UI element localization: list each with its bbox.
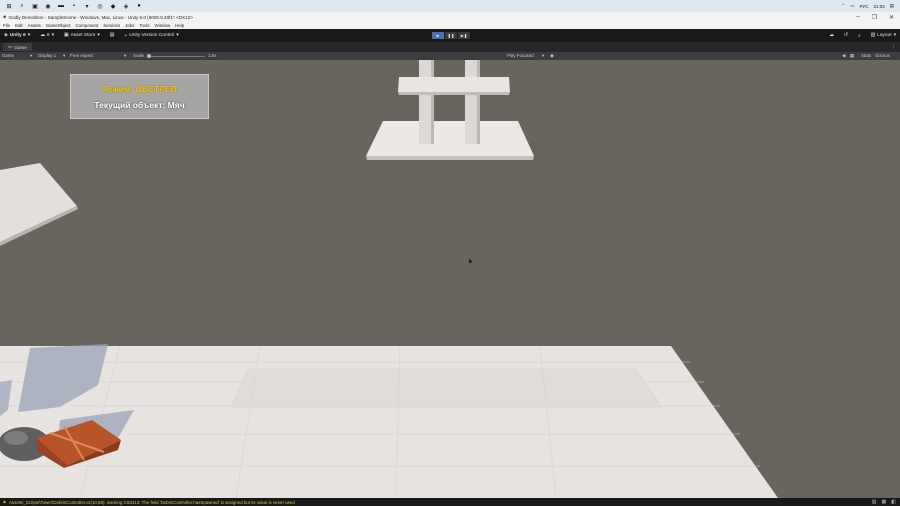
gizmos-button[interactable]: Gizmos: [875, 53, 890, 58]
windows-icon[interactable]: ⊞: [5, 2, 13, 10]
window-titlebar: ◈ Godly Demolition - SampleScene - Windo…: [0, 12, 900, 22]
menu-edit[interactable]: Edit: [15, 23, 23, 28]
game-view-toolbar: Game ▾ Display 1 ▾ Free Aspect ▾ Scale 1…: [0, 52, 900, 60]
scale-slider-track[interactable]: [150, 55, 205, 57]
explorer-icon[interactable]: ▬: [57, 2, 65, 10]
hud-panel: Режим: ОБСТРЕЛ Текущий объект: Мяч: [70, 74, 209, 119]
play-controls: ▶ ❚❚ ▶❚: [432, 32, 470, 39]
pause-button[interactable]: ❚❚: [445, 32, 457, 39]
search-icon[interactable]: ⌕: [18, 2, 26, 10]
more-icon[interactable]: ⋮: [891, 44, 896, 50]
app-icon[interactable]: ▪: [70, 2, 78, 10]
maximize-icon[interactable]: ❐: [872, 14, 877, 21]
branch-icon: ⑂: [124, 33, 128, 39]
app-icon[interactable]: ●: [135, 2, 143, 10]
menu-assets[interactable]: Assets: [28, 23, 41, 28]
tab-game[interactable]: ▭ Game: [3, 43, 32, 51]
tray-chevron-icon[interactable]: ⌃: [841, 3, 845, 9]
console-message[interactable]: Assets\_Scripts\Tower\DebrisController.c…: [9, 500, 295, 505]
play-mode-dropdown[interactable]: Play Focused: [507, 53, 534, 58]
asset-store-button[interactable]: ▣ Asset Store ▾: [64, 33, 100, 38]
app-icon[interactable]: ▾: [83, 2, 91, 10]
menu-bar: File Edit Assets GameObject Component Se…: [0, 22, 900, 29]
console-status-bar[interactable]: ▲ Assets\_Scripts\Tower\DebrisController…: [0, 498, 900, 506]
cloud-services-icon[interactable]: ☁: [829, 33, 834, 38]
account-button[interactable]: ◈ Unity 6 ▾: [4, 33, 30, 38]
menu-tools[interactable]: Tools: [139, 23, 149, 28]
unity-logo-icon: ◈: [4, 33, 8, 38]
display-mode-dropdown[interactable]: Game: [2, 53, 14, 58]
tower-base-slab: [366, 121, 534, 156]
warning-icon: ▲: [2, 498, 7, 505]
aspect-dropdown[interactable]: Free Aspect: [70, 53, 93, 58]
version-control-button[interactable]: ⑂ Unity Version Control ▾: [124, 33, 178, 39]
language-indicator[interactable]: РУС: [859, 4, 868, 9]
menu-jobs[interactable]: Jobs: [125, 23, 134, 28]
chevron-down-icon: ▾: [63, 53, 66, 58]
layout-dropdown[interactable]: ▥ Layout ▾: [871, 33, 896, 38]
chevron-down-icon: ▾: [124, 53, 127, 58]
chevron-down-icon: ▾: [27, 33, 31, 38]
mute-audio-icon[interactable]: ◀: [842, 53, 845, 59]
chevron-down-icon: ▾: [97, 33, 100, 38]
game-viewport[interactable]: Режим: ОБСТРЕЛ Текущий объект: Мяч: [0, 60, 900, 498]
menu-help[interactable]: Help: [175, 23, 184, 28]
app-icon[interactable]: ◎: [96, 2, 104, 10]
unity-logo-icon: ◈: [3, 14, 7, 19]
tower-column-left: [419, 60, 433, 144]
scale-slider-handle[interactable]: [147, 54, 151, 58]
debug-icon[interactable]: ▦: [882, 499, 887, 505]
search-icon[interactable]: ⌕: [858, 33, 861, 39]
app-icon[interactable]: ◆: [109, 2, 117, 10]
panel-tabstrip: ▭ Game ⋮: [0, 42, 900, 52]
current-object-label: Текущий объект: Мяч: [94, 99, 185, 110]
menu-component[interactable]: Component: [76, 23, 99, 28]
network-icon[interactable]: ▭: [850, 3, 854, 9]
chevron-down-icon: ▾: [176, 33, 179, 38]
history-icon[interactable]: ↺: [844, 33, 848, 38]
mode-label: Режим: ОБСТРЕЛ: [102, 83, 177, 94]
layers-button[interactable]: ▤: [110, 33, 115, 38]
cloud-icon: ☁: [40, 33, 45, 38]
step-button[interactable]: ▶❚: [458, 32, 470, 39]
menu-window[interactable]: Window: [155, 23, 171, 28]
floor-tile-fragment: [0, 163, 77, 242]
layers-icon: ▤: [109, 33, 115, 38]
minimize-icon[interactable]: –: [856, 14, 859, 20]
os-taskbar: ⊞ ⌕ ▣ ◉ ▬ ▪ ▾ ◎ ◆ ◈ ● ⌃ ▭ РУС 21:03 ▤: [0, 0, 900, 12]
stats-button[interactable]: Stats: [861, 53, 871, 58]
progress-icon[interactable]: ▥: [872, 499, 877, 505]
cloud-button[interactable]: ☁ 6 ▾: [40, 33, 54, 38]
notification-icon[interactable]: ▤: [890, 3, 894, 9]
scale-value: 1.0x: [208, 53, 217, 58]
display-dropdown[interactable]: Display 1: [38, 53, 56, 58]
scale-label: Scale: [133, 53, 144, 58]
notification-icon[interactable]: ◧: [891, 499, 896, 505]
clock[interactable]: 21:03: [873, 4, 884, 9]
chevron-down-icon: ▾: [542, 53, 545, 58]
tower-beam: [398, 77, 510, 92]
tower-column-right: [465, 60, 479, 144]
frame-debugger-icon[interactable]: ◉: [550, 53, 554, 59]
window-title: Godly Demolition - SampleScene - Windows…: [8, 14, 193, 20]
edge-icon[interactable]: ◉: [44, 2, 52, 10]
play-button[interactable]: ▶: [432, 32, 444, 39]
menu-gameobject[interactable]: GameObject: [46, 23, 71, 28]
store-icon: ▣: [64, 33, 69, 38]
close-icon[interactable]: ✕: [889, 14, 894, 21]
gamepad-icon: ▭: [8, 44, 13, 49]
menu-services[interactable]: Services: [103, 23, 120, 28]
unity-icon[interactable]: ◈: [122, 2, 130, 10]
chevron-down-icon: ▾: [893, 33, 896, 38]
chevron-down-icon: ▾: [51, 33, 55, 38]
scene-render: [0, 60, 778, 498]
taskview-icon[interactable]: ▣: [31, 2, 39, 10]
layout-icon: ▥: [870, 33, 876, 38]
menu-file[interactable]: File: [3, 23, 10, 28]
shortcuts-icon[interactable]: ▦: [850, 53, 854, 59]
chevron-down-icon: ▾: [30, 53, 33, 58]
unity-toolbar: ◈ Unity 6 ▾ ☁ 6 ▾ ▣ Asset Store ▾ ▤ ⑂ Un…: [0, 29, 900, 42]
